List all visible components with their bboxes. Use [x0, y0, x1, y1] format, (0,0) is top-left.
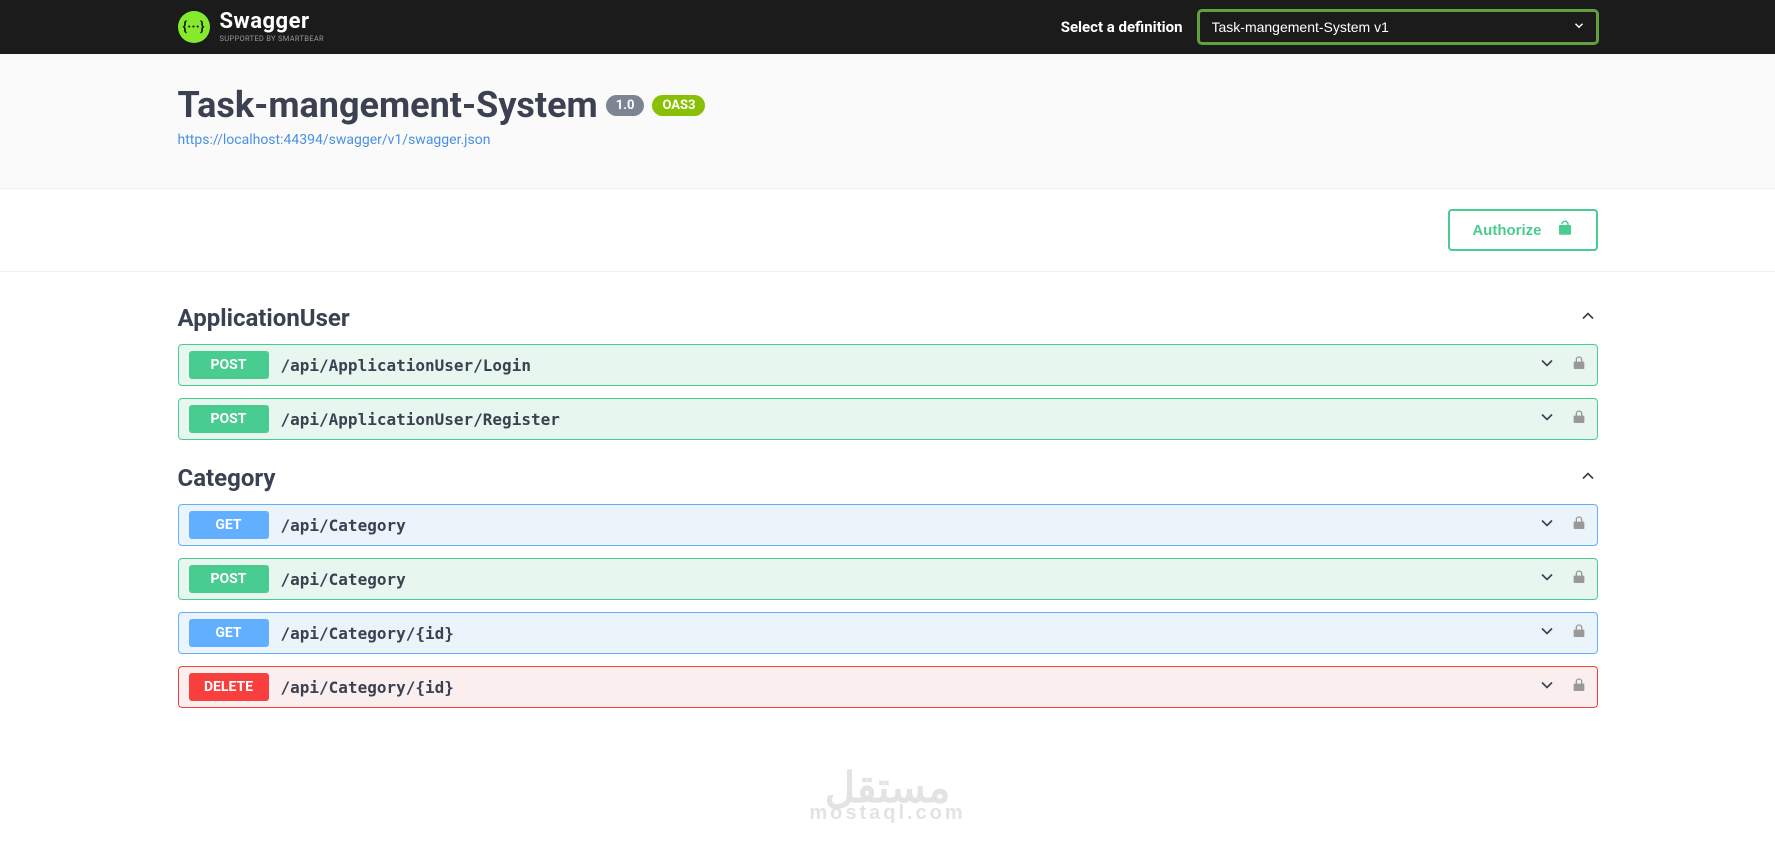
operation-row[interactable]: GET /api/Category/{id} [178, 612, 1598, 654]
operation-path: /api/Category [281, 570, 1537, 589]
chevron-down-icon [1537, 567, 1557, 591]
scheme-section: Authorize [0, 189, 1775, 272]
operations-list: ApplicationUser POST /api/ApplicationUse… [0, 272, 1775, 740]
lock-icon[interactable] [1571, 515, 1587, 535]
operation-path: /api/Category/{id} [281, 678, 1537, 697]
version-badge: 1.0 [606, 95, 645, 116]
definition-selector: Select a definition Task-mangement-Syste… [1061, 10, 1598, 44]
api-title: Task-mangement-System [178, 84, 598, 126]
chevron-down-icon [1537, 621, 1557, 645]
method-badge: POST [189, 565, 269, 593]
watermark-sub: mostaql.com [809, 803, 965, 823]
operation-path: /api/ApplicationUser/Login [281, 356, 1537, 375]
authorize-button[interactable]: Authorize [1448, 209, 1597, 251]
authorize-label: Authorize [1472, 222, 1541, 239]
operation-row[interactable]: DELETE /api/Category/{id} [178, 666, 1598, 708]
method-badge: POST [189, 405, 269, 433]
method-badge: GET [189, 619, 269, 647]
tag-name: Category [178, 464, 276, 492]
operation-path: /api/Category/{id} [281, 624, 1537, 643]
logo-text-main: Swagger [220, 11, 324, 33]
oas-badge: OAS3 [652, 95, 705, 116]
tag-name: ApplicationUser [178, 304, 350, 332]
watermark-main: مستقل [809, 767, 965, 809]
operation-row[interactable]: POST /api/ApplicationUser/Register [178, 398, 1598, 440]
topbar: {···} Swagger Supported by SMARTBEAR Sel… [0, 0, 1775, 54]
logo-text-sub: Supported by SMARTBEAR [220, 35, 324, 43]
operation-row[interactable]: POST /api/Category [178, 558, 1598, 600]
api-url-link[interactable]: https://localhost:44394/swagger/v1/swagg… [178, 132, 491, 148]
chevron-down-icon [1537, 675, 1557, 699]
operation-row[interactable]: GET /api/Category [178, 504, 1598, 546]
method-badge: POST [189, 351, 269, 379]
lock-icon[interactable] [1571, 355, 1587, 375]
chevron-down-icon [1537, 353, 1557, 377]
method-badge: GET [189, 511, 269, 539]
tag-header-applicationuser[interactable]: ApplicationUser [178, 292, 1598, 344]
operation-path: /api/ApplicationUser/Register [281, 410, 1537, 429]
watermark: مستقل mostaql.com [809, 767, 965, 823]
lock-open-icon [1556, 219, 1574, 241]
operation-row[interactable]: POST /api/ApplicationUser/Login [178, 344, 1598, 386]
operation-path: /api/Category [281, 516, 1537, 535]
definition-select[interactable]: Task-mangement-System v1 [1198, 10, 1598, 44]
swagger-logo[interactable]: {···} Swagger Supported by SMARTBEAR [178, 11, 324, 43]
chevron-up-icon [1578, 466, 1598, 490]
lock-icon[interactable] [1571, 623, 1587, 643]
lock-icon[interactable] [1571, 409, 1587, 429]
definition-label: Select a definition [1061, 18, 1183, 36]
swagger-logo-icon: {···} [178, 11, 210, 43]
info-section: Task-mangement-System 1.0 OAS3 https://l… [0, 54, 1775, 189]
method-badge: DELETE [189, 673, 269, 701]
chevron-down-icon [1537, 407, 1557, 431]
lock-icon[interactable] [1571, 569, 1587, 589]
chevron-down-icon [1537, 513, 1557, 537]
tag-header-category[interactable]: Category [178, 452, 1598, 504]
chevron-up-icon [1578, 306, 1598, 330]
lock-icon[interactable] [1571, 677, 1587, 697]
